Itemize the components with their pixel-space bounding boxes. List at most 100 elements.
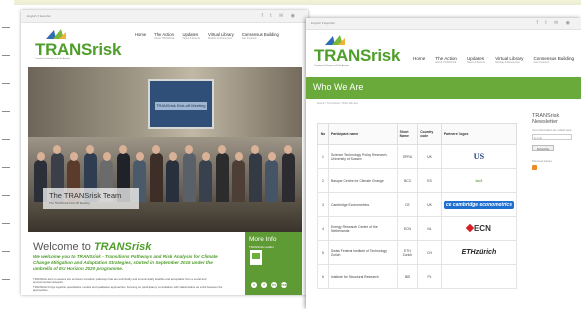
table-body: 1 Science Technology Policy Research, Uni… — [317, 144, 518, 289]
page-title-band: Who We Are — [306, 77, 581, 99]
welcome-brand: TRANSrisk — [93, 241, 152, 253]
top-strip — [14, 0, 581, 5]
newsletter-title: TRANSrisk Newsletter — [532, 113, 560, 125]
more-info-panel: More Info TRANSrisk Leaflet t f in rss — [245, 232, 302, 295]
nav-item-sub: Models & Resources — [208, 37, 232, 40]
table-cell: PL — [417, 264, 442, 289]
table-cell: 1 — [317, 144, 329, 169]
transrisk-logo[interactable]: TRANSrisk Transitions Pathways and Risk … — [314, 35, 400, 67]
language-selector[interactable]: English ▾ Español — [311, 21, 335, 25]
nav-item[interactable]: The Action About TRANSrisk — [154, 32, 174, 40]
hero-photo: TRANSrisk Kick-off Meeting The TRANSrisk… — [28, 67, 302, 232]
site-header: TRANSrisk Transitions Pathways and Risk … — [21, 23, 308, 60]
partner-logo[interactable]: US — [474, 152, 484, 161]
nav-item[interactable]: Virtual Library Models & Resources — [495, 56, 523, 64]
facebook-icon[interactable]: f — [261, 282, 267, 288]
subscribe-button[interactable]: Subscribe — [532, 145, 554, 151]
previous-issues-link[interactable]: Previous Issues — [532, 159, 581, 163]
logo-wordmark: TRANSrisk — [35, 40, 122, 59]
body-paragraph: TRANSrisk aims to assess low emission tr… — [33, 277, 207, 285]
twitter-icon[interactable]: t — [251, 282, 257, 288]
table-cell: Institute for Structural Research — [328, 264, 398, 289]
nav-item[interactable]: Updates News & Events — [182, 32, 200, 40]
linkedin-icon[interactable]: in — [271, 282, 277, 288]
nav-item-sub: News & Events — [182, 37, 201, 40]
person — [215, 145, 229, 202]
email-field[interactable]: E-mail — [532, 134, 572, 140]
site-header: TRANSrisk Transitions Pathways and Risk … — [306, 30, 581, 67]
nav-item[interactable]: Consensus Building Get Involved — [242, 32, 279, 40]
table-cell: 2 — [317, 168, 329, 193]
person — [232, 152, 245, 202]
table-cell: IBS — [396, 264, 419, 289]
nav-item[interactable]: Consensus Building Get Involved — [533, 56, 574, 64]
table-cell: ETH Zurich — [396, 240, 419, 265]
table-cell: 3 — [317, 192, 329, 217]
table-cell: BC3 — [396, 168, 419, 193]
leaf-icon — [46, 29, 66, 39]
hero-caption-title: The TRANSrisk Team — [49, 191, 122, 200]
table-cell: 4 — [317, 216, 329, 241]
hero-caption: The TRANSrisk Team The TRANSrisk Kick-Of… — [43, 188, 139, 209]
language-selector[interactable]: English ▾ Español — [27, 14, 51, 18]
col-header: Short Name — [396, 123, 419, 145]
social-icons[interactable]: f t ✉ ◉ — [262, 13, 299, 19]
top-bar: English ▾ Español f t ✉ ◉ — [21, 10, 308, 23]
nav-item-sub: News & Events — [466, 61, 486, 64]
table-row: 3 Cambridge Econometrics CE UK ce cambridge … — [317, 192, 518, 217]
rss-icon[interactable]: rss — [281, 282, 287, 288]
partner-logo-cell — [440, 264, 518, 289]
table-cell: SPRU — [396, 144, 419, 169]
nav-item-sub: About TRANSrisk — [435, 61, 457, 64]
nav-item[interactable]: Virtual Library Models & Resources — [208, 32, 234, 40]
nav-item-label: Home — [413, 56, 426, 61]
col-header: No — [317, 123, 329, 145]
table-cell: CH — [417, 240, 442, 265]
nav-item-sub: About TRANSrisk — [154, 37, 175, 40]
col-header: Participant name — [328, 123, 398, 145]
partner-logo-cell: ce cambridge econometrics — [440, 192, 518, 217]
table-row: 2 Basque Centre for Climate Change BC3 ES bc… — [317, 168, 518, 193]
screen-text: TRANSrisk Kick-off Meeting — [156, 103, 206, 108]
nav-item-sub: Models & Resources — [495, 61, 521, 64]
table-row: 1 Science Technology Policy Research, Uni… — [317, 144, 518, 169]
transrisk-logo[interactable]: TRANSrisk Transitions Pathways and Risk … — [35, 29, 121, 60]
partners-table: No Participant name Short Name Country c… — [317, 123, 518, 289]
nav-item-sub: Get Involved — [241, 37, 257, 40]
table-cell: Science Technology Policy Research, Univ… — [328, 144, 398, 169]
nav-item[interactable]: Home — [135, 32, 146, 40]
partner-logo[interactable]: ETHzürich — [462, 249, 497, 256]
nav-item[interactable]: Home — [413, 56, 425, 64]
breadcrumb[interactable]: Home / The Action / Who We Are — [317, 101, 358, 105]
main-nav: Home The Action About TRANSrisk Updates News… — [135, 32, 279, 40]
nav-item[interactable]: The Action About TRANSrisk — [435, 56, 457, 64]
person — [166, 152, 179, 202]
partner-logo-cell: ETHzürich — [440, 240, 518, 265]
table-cell: Swiss Federal Institute of Technology Zu… — [328, 240, 398, 265]
page-title: Who We Are — [313, 82, 364, 92]
rss-icon[interactable] — [532, 165, 537, 170]
social-icons[interactable]: f t ✉ ◉ — [537, 20, 574, 26]
newsletter-sidebar: TRANSrisk Newsletter Your information we… — [532, 113, 581, 170]
partner-logo[interactable]: ECN — [465, 223, 491, 233]
ecn-mark-icon — [465, 223, 475, 233]
logo-wordmark: TRANSrisk — [314, 46, 401, 65]
person — [281, 145, 295, 202]
person — [149, 145, 163, 202]
leaflet-link[interactable]: TRANSrisk Leaflet — [249, 245, 274, 249]
partner-logo[interactable]: ce cambridge econometrics — [443, 200, 514, 209]
table-header-row: No Participant name Short Name Country c… — [317, 123, 518, 145]
table-cell: 6 — [317, 264, 329, 289]
person — [248, 145, 262, 202]
logo-tagline: Transitions Pathways and Risk Analysis — [314, 65, 350, 67]
table-row: 4 Energy Research Centre of the Netherlan… — [317, 216, 518, 241]
partner-logo[interactable]: bc3 — [475, 178, 482, 183]
table-cell: Basque Centre for Climate Change — [328, 168, 398, 193]
col-header: Country code — [417, 123, 442, 145]
nav-item[interactable]: Updates News & Events — [467, 56, 485, 64]
leaflet-icon[interactable] — [250, 250, 262, 265]
person — [182, 145, 196, 202]
hero-caption-subtitle: The TRANSrisk Kick-Off Meeting — [49, 201, 90, 205]
partner-logo-cell: bc3 — [440, 168, 518, 193]
more-info-title: More Info — [249, 236, 277, 243]
